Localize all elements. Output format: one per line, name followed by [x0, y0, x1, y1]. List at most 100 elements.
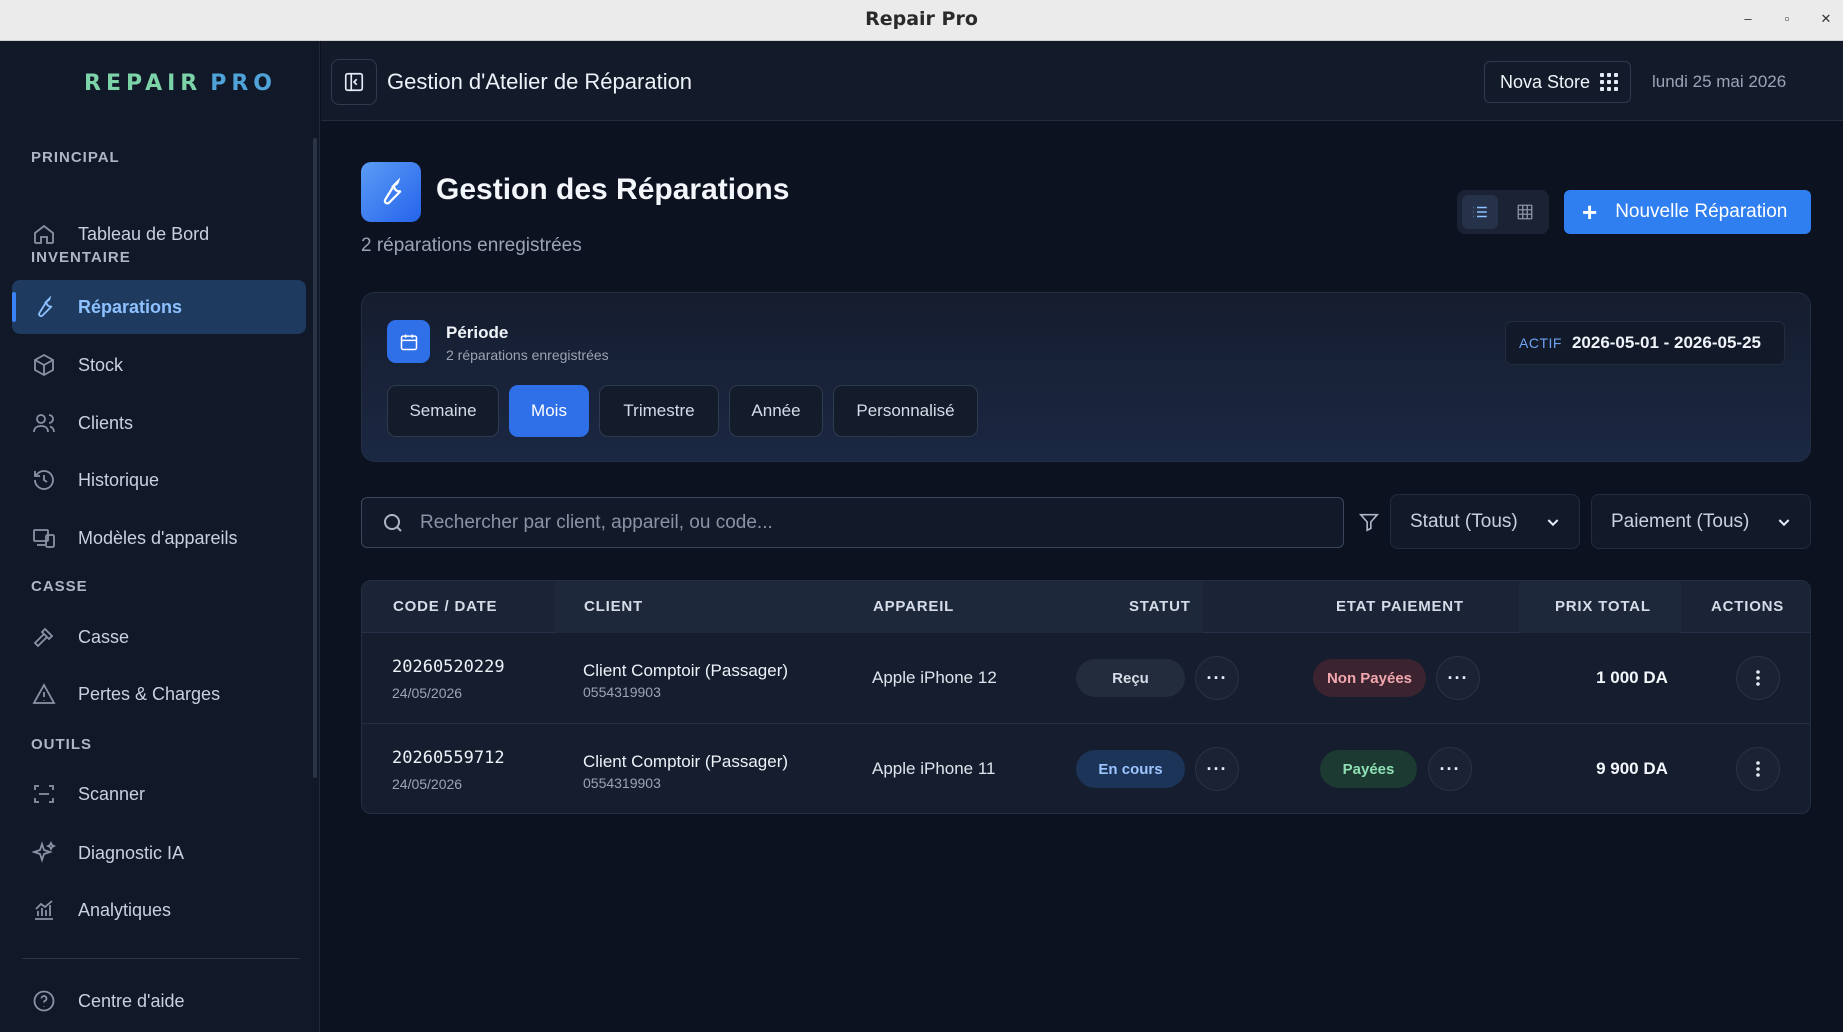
period-option-annee[interactable]: Année	[729, 385, 823, 437]
sparkles-icon	[31, 840, 57, 866]
repair-date: 24/05/2026	[392, 776, 463, 792]
status-badge: En cours	[1076, 750, 1185, 788]
users-icon	[31, 410, 57, 436]
panel-left-icon	[344, 72, 364, 92]
warning-icon	[31, 681, 57, 707]
device-name: Apple iPhone 12	[872, 668, 997, 687]
section-label-casse: CASSE	[31, 578, 88, 595]
sidebar-item-historique[interactable]: Historique	[12, 453, 306, 507]
status-filter-select[interactable]: Statut (Tous)	[1390, 494, 1580, 549]
total-price: 1 000 DA	[1596, 668, 1668, 687]
status-more-button[interactable]: ···	[1195, 747, 1239, 791]
period-option-mois[interactable]: Mois	[509, 385, 589, 437]
search-input[interactable]	[420, 511, 1320, 534]
filter-icon[interactable]	[1358, 511, 1380, 533]
page-title: Gestion des Réparations	[436, 173, 790, 206]
box-icon	[31, 352, 57, 378]
date-range: 2026-05-01 - 2026-05-25	[1571, 333, 1761, 352]
column-header-code-date: CODE / DATE	[393, 598, 498, 615]
period-option-personnalise[interactable]: Personnalisé	[833, 385, 978, 437]
sidebar-item-label: Tableau de Bord	[78, 223, 210, 244]
device-name: Apple iPhone 11	[872, 759, 996, 778]
sidebar-item-label: Diagnostic IA	[78, 842, 185, 863]
search-icon	[384, 513, 402, 532]
column-header-statut: STATUT	[1129, 598, 1191, 615]
period-card: Période 2 réparations enregistrées ACTIF…	[361, 292, 1811, 462]
maximize-button[interactable]: ▫	[1775, 8, 1799, 30]
column-header-appareil: APPAREIL	[873, 598, 955, 615]
search-box	[361, 497, 1344, 548]
close-window-button[interactable]: ✕	[1814, 8, 1838, 30]
history-icon	[31, 467, 57, 493]
row-actions-button[interactable]	[1736, 747, 1780, 791]
column-header-prix-total: PRIX TOTAL	[1555, 598, 1651, 615]
repair-code: 20260559712	[392, 748, 505, 768]
section-label-principal: PRINCIPAL	[31, 149, 120, 166]
status-more-button[interactable]: ···	[1195, 656, 1239, 700]
status-filter-value: Statut (Tous)	[1410, 510, 1518, 532]
window-titlebar: Repair Pro – ▫ ✕	[0, 0, 1843, 41]
current-date: lundi 25 mai 2026	[1652, 72, 1787, 91]
period-option-trimestre[interactable]: Trimestre	[599, 385, 719, 437]
sidebar: REPAIR PRO PRINCIPAL Tableau de Bord INVE…	[0, 41, 320, 1032]
sidebar-item-diagnostic-ia[interactable]: Diagnostic IA	[12, 826, 306, 880]
payment-more-button[interactable]: ···	[1428, 747, 1472, 791]
more-vertical-icon	[1756, 761, 1760, 777]
repair-date: 24/05/2026	[392, 685, 463, 701]
row-actions-button[interactable]	[1736, 656, 1780, 700]
sidebar-item-label: Stock	[78, 354, 124, 375]
sidebar-item-reparations[interactable]: Réparations	[12, 280, 306, 334]
sidebar-item-pertes-charges[interactable]: Pertes & Charges	[12, 667, 306, 721]
home-icon	[31, 221, 57, 247]
sidebar-item-centre-aide[interactable]: Centre d'aide	[12, 974, 306, 1028]
sidebar-item-stock[interactable]: Stock	[12, 338, 306, 392]
sidebar-toggle-button[interactable]	[331, 59, 377, 105]
period-title: Période	[446, 323, 509, 342]
list-view-button[interactable]	[1462, 195, 1498, 229]
payment-filter-value: Paiement (Tous)	[1611, 510, 1750, 532]
minimize-button[interactable]: –	[1736, 8, 1760, 30]
repair-code: 20260520229	[392, 657, 505, 677]
new-repair-button[interactable]: + Nouvelle Réparation	[1564, 190, 1811, 234]
sidebar-item-analytiques[interactable]: Analytiques	[12, 883, 306, 937]
table-header: CODE / DATE CLIENT APPAREIL STATUT ETAT …	[362, 581, 1810, 633]
grid-dots-icon	[1600, 73, 1619, 91]
column-header-etat-paiement: ETAT PAIEMENT	[1336, 598, 1464, 615]
store-selector-button[interactable]: Nova Store	[1484, 61, 1631, 103]
sidebar-item-label: Historique	[78, 469, 160, 490]
table-row[interactable]: 20260559712 24/05/2026 Client Comptoir (…	[362, 724, 1810, 813]
app-logo: REPAIR PRO	[84, 71, 278, 96]
store-name: Nova Store	[1500, 71, 1591, 92]
sidebar-item-label: Réparations	[78, 296, 183, 317]
payment-more-button[interactable]: ···	[1436, 656, 1480, 700]
window-title: Repair Pro	[865, 8, 978, 30]
plus-icon: +	[1582, 197, 1598, 227]
client-phone: 0554319903	[583, 684, 661, 700]
payment-badge: Payées	[1320, 750, 1417, 788]
page-subtitle: 2 réparations enregistrées	[361, 235, 582, 256]
client-name: Client Comptoir (Passager)	[583, 661, 789, 680]
help-icon	[31, 988, 57, 1014]
sidebar-item-scanner[interactable]: Scanner	[12, 767, 306, 821]
repairs-table: CODE / DATE CLIENT APPAREIL STATUT ETAT …	[361, 580, 1811, 814]
wrench-icon	[31, 294, 57, 320]
client-phone: 0554319903	[583, 775, 661, 791]
sidebar-scrollbar[interactable]	[313, 138, 317, 778]
sidebar-item-label: Clients	[78, 412, 134, 433]
wrench-icon	[361, 162, 421, 222]
column-header-client: CLIENT	[584, 598, 643, 615]
sidebar-item-modeles-appareils[interactable]: Modèles d'appareils	[12, 511, 306, 565]
payment-filter-select[interactable]: Paiement (Tous)	[1591, 494, 1811, 549]
sidebar-item-label: Pertes & Charges	[78, 683, 221, 704]
sidebar-item-clients[interactable]: Clients	[12, 396, 306, 450]
sidebar-item-label: Centre d'aide	[78, 990, 185, 1011]
period-option-semaine[interactable]: Semaine	[387, 385, 499, 437]
status-badge: Reçu	[1076, 659, 1185, 697]
column-header-actions: ACTIONS	[1711, 598, 1785, 615]
table-row[interactable]: 20260520229 24/05/2026 Client Comptoir (…	[362, 633, 1810, 724]
grid-view-button[interactable]	[1507, 195, 1543, 229]
list-icon	[1473, 206, 1487, 218]
hammer-icon	[31, 624, 57, 650]
sidebar-item-casse[interactable]: Casse	[12, 610, 306, 664]
view-mode-toggle	[1457, 190, 1549, 234]
